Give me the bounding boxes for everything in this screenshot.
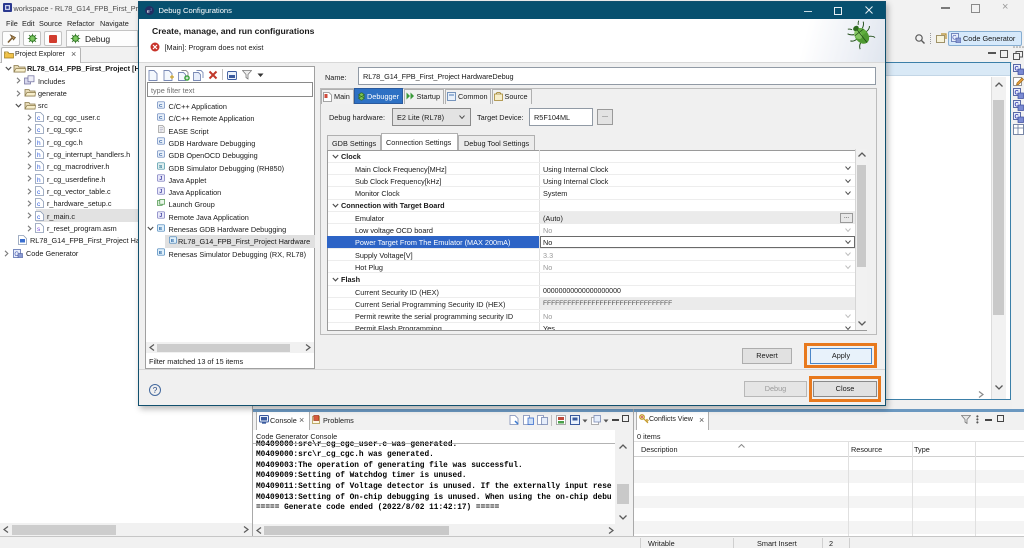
svg-text:J: J bbox=[159, 213, 162, 219]
svg-text:2: 2 bbox=[150, 8, 152, 12]
svg-text:J: J bbox=[159, 176, 162, 182]
svg-text:h: h bbox=[37, 177, 41, 184]
svg-text:C: C bbox=[159, 152, 163, 158]
svg-text:C: C bbox=[159, 139, 163, 145]
svg-text:e: e bbox=[147, 9, 150, 15]
svg-text:h: h bbox=[37, 164, 41, 171]
svg-text:h: h bbox=[37, 140, 41, 147]
svg-text:C: C bbox=[159, 103, 163, 109]
svg-text:h: h bbox=[37, 152, 41, 159]
svg-text:J: J bbox=[159, 189, 162, 195]
svg-text:C: C bbox=[159, 115, 163, 121]
